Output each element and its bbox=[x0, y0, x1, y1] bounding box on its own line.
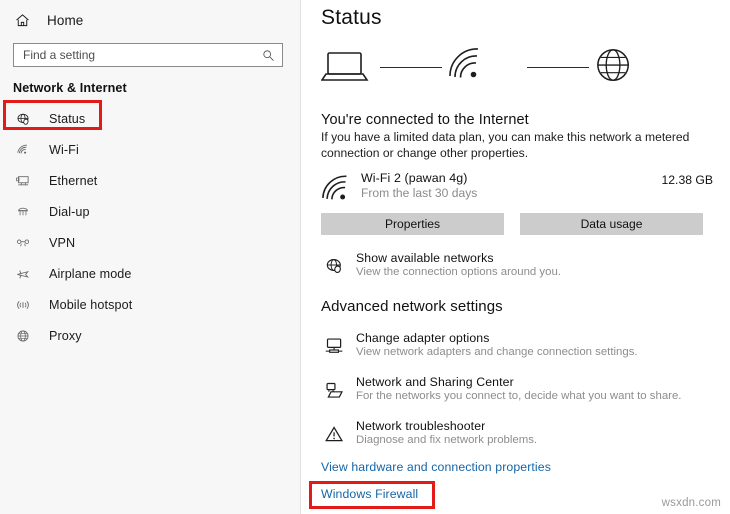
advanced-item-title: Change adapter options bbox=[356, 331, 490, 345]
properties-button[interactable]: Properties bbox=[321, 213, 504, 235]
search-box[interactable] bbox=[13, 43, 283, 67]
airplane-icon bbox=[14, 265, 32, 283]
sidebar-item-label: Ethernet bbox=[49, 173, 98, 188]
wifi-icon bbox=[321, 174, 353, 204]
house-icon bbox=[14, 12, 31, 29]
topology-link-left bbox=[380, 67, 442, 68]
change-adapter-options-entry[interactable]: Change adapter options View network adap… bbox=[312, 331, 730, 359]
show-available-networks-subtitle: View the connection options around you. bbox=[356, 266, 561, 278]
network-sharing-center-entry[interactable]: Network and Sharing Center For the netwo… bbox=[312, 375, 730, 403]
topology-link-right bbox=[527, 67, 589, 68]
sidebar: Home Network & Internet bbox=[0, 0, 301, 514]
sidebar-item-label: Proxy bbox=[49, 328, 82, 343]
search-input[interactable] bbox=[14, 44, 250, 66]
action-button-row: Properties Data usage bbox=[312, 213, 730, 235]
advanced-item-subtitle: For the networks you connect to, decide … bbox=[356, 390, 682, 402]
network-troubleshooter-texts: Network troubleshooter Diagnose and fix … bbox=[356, 419, 537, 446]
vpn-icon bbox=[14, 234, 32, 252]
sidebar-item-label: Dial-up bbox=[49, 204, 90, 219]
sidebar-item-airplane-mode[interactable]: Airplane mode bbox=[0, 258, 300, 289]
sharing-center-icon bbox=[321, 377, 347, 403]
advanced-settings-title: Advanced network settings bbox=[321, 298, 503, 315]
network-topology-diagram: pawan 4g Public network bbox=[312, 36, 730, 108]
sidebar-item-ethernet[interactable]: Ethernet bbox=[0, 165, 300, 196]
sidebar-item-mobile-hotspot[interactable]: Mobile hotspot bbox=[0, 289, 300, 320]
search-container bbox=[0, 35, 300, 67]
sidebar-home-label: Home bbox=[47, 12, 84, 28]
sidebar-item-vpn[interactable]: VPN bbox=[0, 227, 300, 258]
sidebar-nav: Status Wi-Fi Ethernet Dial-up VPN Airpla… bbox=[0, 103, 300, 351]
data-usage-button[interactable]: Data usage bbox=[520, 213, 703, 235]
wifi-usage-row: Wi-Fi 2 (pawan 4g) From the last 30 days… bbox=[312, 171, 730, 204]
sidebar-item-label: Airplane mode bbox=[49, 266, 132, 281]
sidebar-home[interactable]: Home bbox=[0, 5, 300, 35]
sidebar-item-label: VPN bbox=[49, 235, 76, 250]
topology-network-type: Public network bbox=[715, 91, 730, 103]
watermark: wsxdn.com bbox=[661, 497, 721, 509]
dialup-icon bbox=[14, 203, 32, 221]
globe-status-icon bbox=[321, 253, 347, 279]
wifi-usage-period: From the last 30 days bbox=[361, 186, 478, 200]
topology-network-name: pawan 4g bbox=[715, 79, 730, 91]
monitor-adapter-icon bbox=[321, 333, 347, 359]
link-windows-firewall[interactable]: Windows Firewall bbox=[312, 487, 418, 501]
globe-icon bbox=[595, 47, 633, 90]
show-available-networks-texts: Show available networks View the connect… bbox=[356, 251, 561, 278]
settings-window: Home Network & Internet bbox=[0, 0, 730, 514]
wifi-usage-name: Wi-Fi 2 (pawan 4g) bbox=[361, 171, 468, 185]
network-troubleshooter-entry[interactable]: Network troubleshooter Diagnose and fix … bbox=[312, 419, 730, 447]
sidebar-item-wifi[interactable]: Wi-Fi bbox=[0, 134, 300, 165]
connection-heading: You're connected to the Internet bbox=[321, 112, 529, 128]
change-adapter-options-texts: Change adapter options View network adap… bbox=[356, 331, 638, 358]
sidebar-item-label: Status bbox=[49, 111, 86, 126]
sidebar-item-proxy[interactable]: Proxy bbox=[0, 320, 300, 351]
advanced-item-title: Network and Sharing Center bbox=[356, 375, 514, 389]
advanced-item-subtitle: View network adapters and change connect… bbox=[356, 346, 638, 358]
wifi-usage-amount: 12.38 GB bbox=[661, 173, 714, 187]
show-available-networks-entry[interactable]: Show available networks View the connect… bbox=[312, 251, 730, 279]
page-title: Status bbox=[321, 6, 382, 29]
mobile-hotspot-icon bbox=[14, 296, 32, 314]
laptop-icon bbox=[320, 50, 369, 89]
globe-status-icon bbox=[14, 110, 32, 128]
topology-caption: pawan 4g Public network bbox=[715, 79, 730, 102]
wifi-usage-texts: Wi-Fi 2 (pawan 4g) From the last 30 days bbox=[361, 171, 477, 200]
sidebar-item-status[interactable]: Status bbox=[0, 103, 300, 134]
sidebar-item-label: Mobile hotspot bbox=[49, 297, 133, 312]
proxy-globe-icon bbox=[14, 327, 32, 345]
network-sharing-center-texts: Network and Sharing Center For the netwo… bbox=[356, 375, 681, 402]
ethernet-icon bbox=[14, 172, 32, 190]
sidebar-item-label: Wi-Fi bbox=[49, 142, 79, 157]
sidebar-section-title: Network & Internet bbox=[13, 81, 127, 95]
warning-triangle-icon bbox=[321, 421, 347, 447]
link-view-hardware-and-connection-properties[interactable]: View hardware and connection properties bbox=[312, 460, 551, 474]
advanced-item-subtitle: Diagnose and fix network problems. bbox=[356, 434, 538, 446]
advanced-item-title: Network troubleshooter bbox=[356, 419, 486, 433]
connection-description: If you have a limited data plan, you can… bbox=[321, 130, 690, 160]
main-content: Status You're connected to the Internet … bbox=[301, 0, 730, 514]
wifi-icon bbox=[447, 47, 487, 86]
sidebar-item-dialup[interactable]: Dial-up bbox=[0, 196, 300, 227]
search-icon[interactable] bbox=[262, 49, 275, 62]
wifi-icon bbox=[14, 141, 32, 159]
show-available-networks-title: Show available networks bbox=[356, 251, 494, 265]
